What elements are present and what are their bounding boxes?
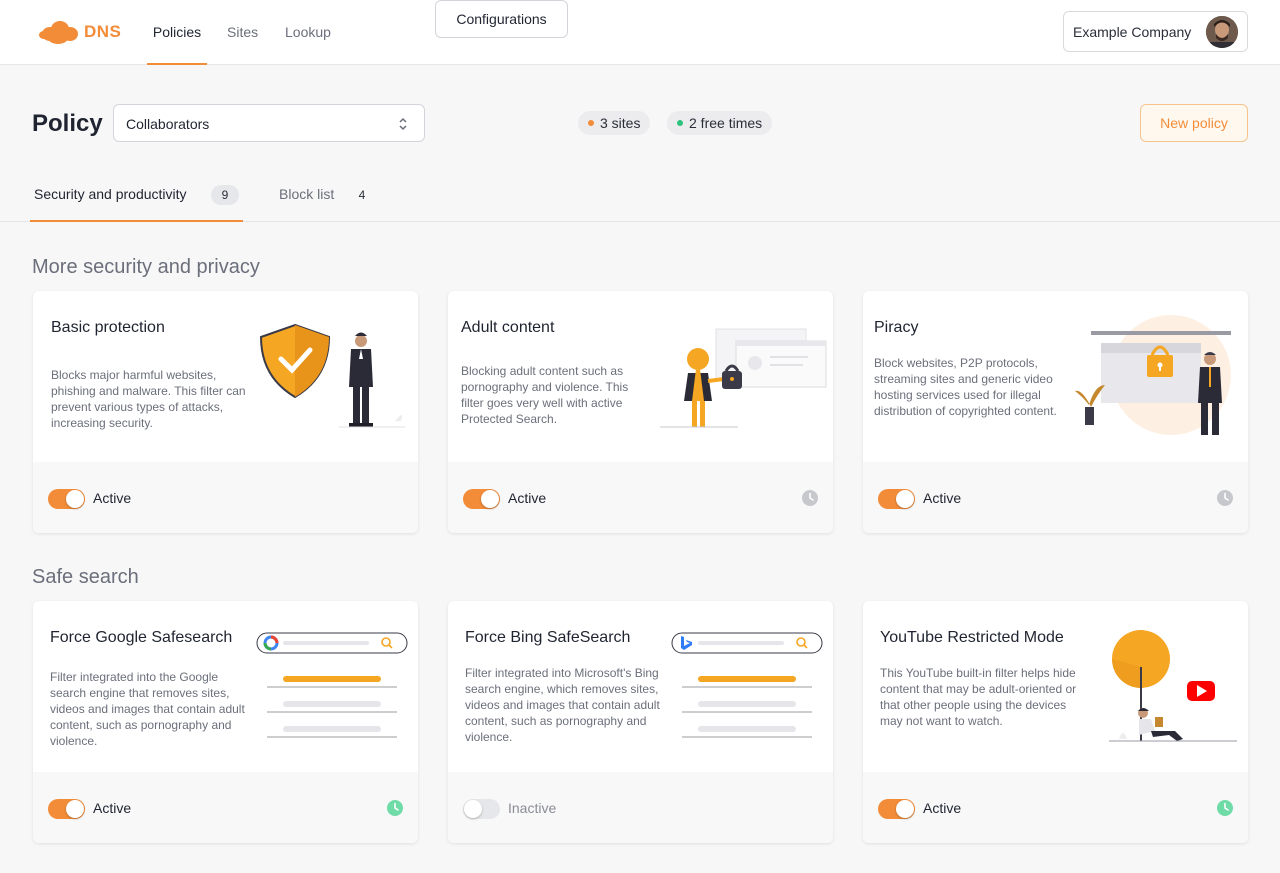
tab-security-productivity[interactable]: Security and productivity <box>34 186 187 202</box>
youtube-restricted-toggle[interactable] <box>878 799 915 819</box>
page-title: Policy <box>32 110 103 137</box>
card-basic-protection: Basic protection Blocks major harmful we… <box>33 291 418 533</box>
chevron-updown-icon <box>399 117 407 131</box>
sites-badge[interactable]: 3 sites <box>578 111 651 135</box>
section-title-security: More security and privacy <box>32 256 260 278</box>
nav-policies[interactable]: Policies <box>147 0 207 65</box>
tab-block-list-count: 4 <box>358 188 366 202</box>
new-policy-button[interactable]: New policy <box>1140 104 1248 142</box>
card-adult-content: Adult content Blocking adult content suc… <box>448 291 833 533</box>
card-title: Piracy <box>874 319 919 336</box>
card-description: Filter integrated into Microsoft's Bing … <box>465 666 660 744</box>
card-footer <box>863 462 1248 533</box>
bing-safesearch-toggle[interactable] <box>463 799 500 819</box>
card-piracy: Piracy Block websites, P2P protocols, st… <box>863 291 1248 533</box>
card-footer <box>33 462 418 533</box>
basic-protection-toggle[interactable] <box>48 489 85 509</box>
sites-badge-label: 3 sites <box>600 115 641 131</box>
card-footer <box>33 772 418 843</box>
policy-select[interactable]: Collaborators <box>113 104 425 142</box>
schedule-clock-icon[interactable] <box>802 490 818 506</box>
policy-select-value: Collaborators <box>126 116 210 132</box>
schedule-clock-icon[interactable] <box>1217 800 1233 816</box>
status-label: Active <box>93 800 132 816</box>
tab-security-count: 9 <box>211 185 239 205</box>
schedule-clock-icon[interactable] <box>1217 490 1233 506</box>
card-title: Adult content <box>461 319 555 336</box>
card-google-safesearch: Force Google Safesearch Filter integrate… <box>33 601 418 843</box>
piracy-toggle[interactable] <box>878 489 915 509</box>
bing-search-illustration <box>671 632 823 738</box>
active-tab-indicator <box>30 220 243 222</box>
card-title: Force Bing SafeSearch <box>465 629 631 646</box>
lock-browser-illustration <box>660 328 827 428</box>
card-youtube-restricted: YouTube Restricted Mode This YouTube bui… <box>863 601 1248 843</box>
account-switcher[interactable]: Example Company <box>1063 11 1248 52</box>
company-name: Example Company <box>1073 24 1192 40</box>
card-title: Basic protection <box>51 319 165 336</box>
card-description: This YouTube built-in filter helps hide … <box>880 666 1077 728</box>
times-dot-icon <box>677 120 683 126</box>
sites-dot-icon <box>588 120 594 126</box>
card-description: Blocking adult content such as pornograp… <box>461 364 629 426</box>
card-description: Blocks major harmful websites, phishing … <box>51 368 246 430</box>
configurations-button[interactable]: Configurations <box>435 0 568 38</box>
logo-text[interactable]: DNS <box>84 22 121 42</box>
shield-person-illustration <box>259 323 405 428</box>
google-safesearch-toggle[interactable] <box>48 799 85 819</box>
nav-sites[interactable]: Sites <box>227 0 258 65</box>
adult-content-toggle[interactable] <box>463 489 500 509</box>
card-footer <box>448 772 833 843</box>
card-title: Force Google Safesearch <box>50 629 233 646</box>
card-footer <box>863 772 1248 843</box>
card-footer <box>448 462 833 533</box>
free-times-badge[interactable]: 2 free times <box>667 111 773 135</box>
youtube-tree-illustration <box>1109 630 1237 742</box>
card-title: YouTube Restricted Mode <box>880 629 1064 646</box>
status-label: Active <box>93 490 132 506</box>
card-bing-safesearch: Force Bing SafeSearch Filter integrated … <box>448 601 833 843</box>
status-label: Active <box>923 800 962 816</box>
section-title-safe-search: Safe search <box>32 566 139 588</box>
schedule-clock-icon[interactable] <box>387 800 403 816</box>
card-description: Block websites, P2P protocols, streaming… <box>874 356 1057 418</box>
padlock-browser-illustration <box>1075 315 1231 435</box>
google-search-illustration <box>256 632 408 738</box>
status-label: Inactive <box>508 800 557 816</box>
tab-block-list[interactable]: Block list <box>279 186 334 202</box>
nav-lookup[interactable]: Lookup <box>285 0 331 65</box>
card-description: Filter integrated into the Google search… <box>50 670 245 748</box>
free-times-badge-label: 2 free times <box>689 115 763 131</box>
status-label: Active <box>923 490 962 506</box>
status-label: Active <box>508 490 547 506</box>
avatar <box>1206 16 1238 48</box>
top-bar: DNS Policies Sites Lookup Example Compan… <box>0 0 1280 65</box>
